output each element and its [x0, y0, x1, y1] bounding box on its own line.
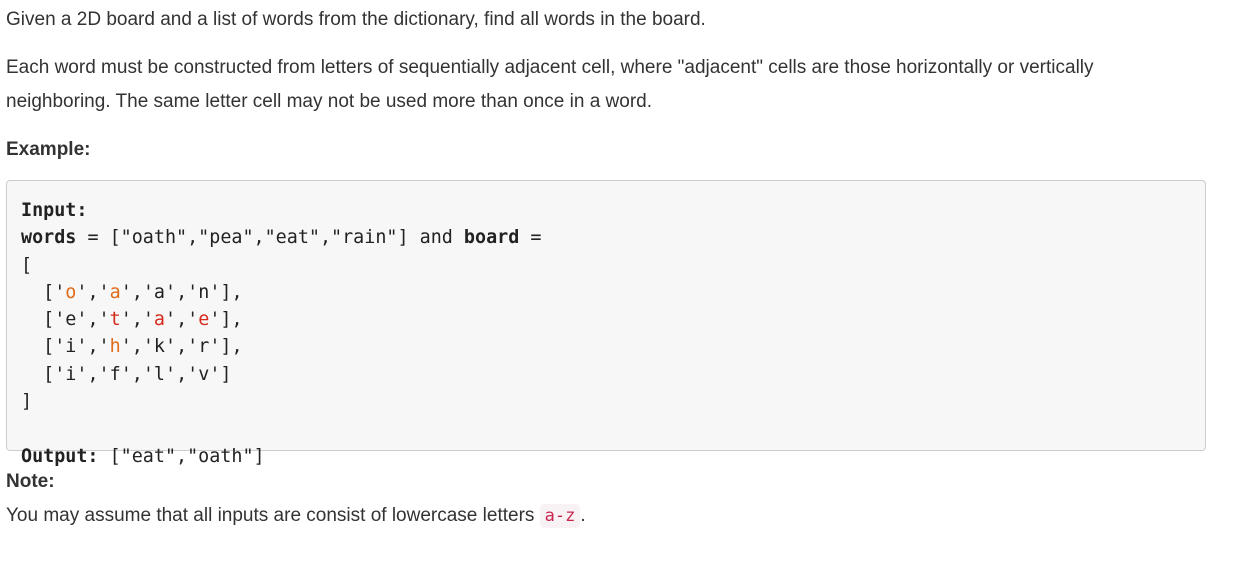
board-cell-letter: e: [65, 309, 77, 331]
open-bracket: [: [21, 254, 33, 276]
and-text: and: [408, 227, 464, 249]
board-row-open: [: [21, 336, 55, 358]
equals-sign: =: [76, 227, 110, 249]
output-label: Output:: [21, 445, 99, 467]
board-cell-letter: t: [109, 309, 121, 331]
board-cell-letter: h: [109, 336, 121, 358]
words-value: ["oath","pea","eat","rain"]: [109, 227, 409, 249]
note-text-prefix: You may assume that all inputs are consi…: [6, 505, 540, 526]
board-cell-letter: a: [153, 309, 165, 331]
description-paragraph-1: Given a 2D board and a list of words fro…: [6, 9, 706, 30]
words-label: words: [21, 227, 77, 249]
description-paragraph-2-line-1: Each word must be constructed from lette…: [6, 57, 1094, 78]
code-line-close-bracket: ]: [21, 388, 1191, 415]
description-paragraph-2: Each word must be constructed from lette…: [6, 51, 1233, 119]
board-row: ['o','a','a','n'],: [21, 281, 243, 303]
board-row: ['e','t','a','e'],: [21, 309, 243, 331]
board-row-close: ],: [220, 281, 243, 303]
code-line-input-label: Input:: [21, 197, 1191, 224]
board-cell-letter: f: [109, 363, 121, 385]
equals-sign: =: [519, 227, 542, 249]
board-row-close: ],: [220, 336, 243, 358]
board-row: ['i','f','l','v']: [21, 363, 232, 385]
board-cell-letter: i: [65, 336, 77, 358]
board-cell-letter: r: [198, 336, 210, 358]
close-bracket: ]: [21, 391, 33, 413]
example-heading: Example:: [6, 139, 91, 160]
board-cell-letter: k: [153, 336, 165, 358]
inline-code-a-z: a-z: [539, 504, 581, 528]
board-row: ['i','h','k','r'],: [21, 336, 243, 358]
board-cell-letter: a: [109, 281, 121, 303]
description-paragraph-2-line-2: neighboring. The same letter cell may no…: [6, 91, 653, 112]
code-line-open-bracket: [: [21, 252, 1191, 279]
board-row-close: ],: [220, 309, 243, 331]
board-cell-letter: o: [65, 281, 77, 303]
board-cell-letter: l: [153, 363, 165, 385]
problem-description: Given a 2D board and a list of words fro…: [0, 0, 1240, 533]
input-label: Input:: [21, 200, 88, 221]
board-row-open: [: [21, 363, 55, 385]
board-row-close: ]: [220, 363, 232, 385]
board-cell-letter: n: [198, 281, 210, 303]
code-line-words: words = ["oath","pea","eat","rain"] and …: [21, 224, 1191, 251]
note-text: You may assume that all inputs are consi…: [6, 499, 1233, 533]
board-cell-letter: a: [153, 281, 165, 303]
note-text-suffix: .: [580, 505, 586, 526]
board-cell-letter: v: [198, 363, 210, 385]
board-row-open: [: [21, 309, 55, 331]
board-cell-letter: e: [198, 309, 210, 331]
board-label: board: [463, 227, 520, 249]
board-cell-letter: i: [65, 363, 77, 385]
note-heading: Note:: [6, 471, 55, 492]
board-row-open: [: [21, 281, 55, 303]
example-code-block: Input: words = ["oath","pea","eat","rain"…: [6, 180, 1206, 467]
output-value: ["eat","oath"]: [98, 445, 265, 467]
